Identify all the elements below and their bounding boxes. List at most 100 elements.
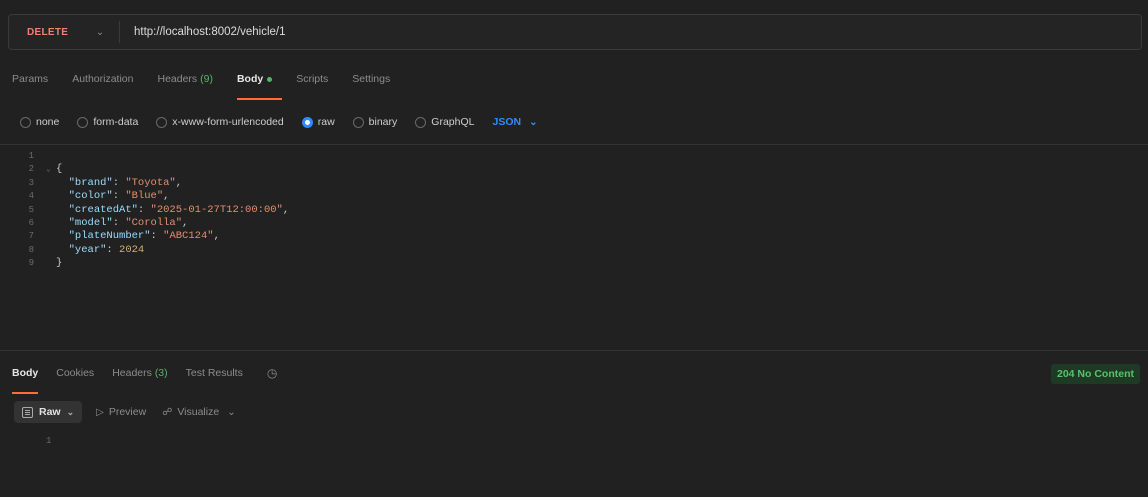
- play-icon: ▷: [96, 406, 104, 418]
- json-value: "Blue": [125, 190, 164, 203]
- tab-label: Settings: [352, 73, 391, 85]
- code-text: {: [56, 163, 63, 176]
- tab-authorization[interactable]: Authorization: [72, 72, 133, 100]
- tab-label: Headers: [157, 73, 198, 85]
- tab-label: Scripts: [296, 73, 329, 85]
- json-value: "ABC124": [163, 230, 214, 243]
- code-line: 3 "brand": "Toyota",: [0, 177, 1148, 190]
- tab-label: Headers: [112, 367, 152, 379]
- code-line: 5 "createdAt": "2025-01-27T12:00:00",: [0, 204, 1148, 217]
- json-key: "model": [68, 216, 113, 229]
- request-tabs: Params Authorization Headers (9) Body Sc…: [12, 72, 414, 100]
- chevron-down-icon: ⌄: [66, 406, 75, 417]
- radio-raw[interactable]: raw: [301, 116, 335, 128]
- radio-label: form-data: [93, 116, 139, 128]
- visualize-button[interactable]: ☍ Visualize ⌄: [162, 406, 240, 418]
- code-line: 7 "plateNumber": "ABC124",: [0, 230, 1148, 243]
- tab-label: Body: [236, 73, 264, 85]
- json-key: "createdAt": [68, 203, 138, 216]
- radio-icon[interactable]: [415, 116, 427, 128]
- json-key: "plateNumber": [68, 230, 151, 243]
- line-number: 8: [28, 244, 34, 255]
- raw-label: Raw: [39, 406, 61, 418]
- modified-dot-icon: [267, 76, 273, 82]
- tab-headers[interactable]: Headers (9): [157, 72, 212, 100]
- code-line: 2 ⌄{: [0, 163, 1148, 176]
- json-value: "2025-01-27T12:00:00": [150, 203, 283, 216]
- radio-x-www-form-urlencoded[interactable]: x-www-form-urlencoded: [156, 116, 284, 128]
- format-select[interactable]: JSON ⌄: [492, 116, 537, 128]
- raw-doc-icon: [22, 406, 33, 418]
- history-icon[interactable]: ◷: [267, 366, 277, 380]
- radio-form-data[interactable]: form-data: [77, 116, 138, 128]
- line-number: 3: [28, 177, 34, 188]
- radio-icon[interactable]: [20, 116, 31, 128]
- json-key: "brand": [68, 176, 113, 189]
- preview-label: Preview: [108, 406, 147, 418]
- tab-label: Test Results: [185, 367, 243, 379]
- tab-cookies[interactable]: Cookies: [56, 366, 94, 394]
- radio-icon[interactable]: [77, 116, 89, 128]
- json-value: 2024: [119, 243, 145, 256]
- divider: [0, 350, 1148, 351]
- code-line: 6 "model": "Corolla",: [0, 217, 1148, 230]
- body-type-options: none form-data x-www-form-urlencoded raw…: [20, 112, 537, 132]
- line-number: 9: [28, 258, 34, 269]
- radio-graphql[interactable]: GraphQL: [415, 116, 474, 128]
- radio-icon[interactable]: [352, 116, 364, 128]
- json-value: "Corolla": [125, 216, 183, 229]
- radio-checked-icon[interactable]: [301, 116, 313, 128]
- tab-label: Cookies: [56, 367, 95, 379]
- radio-label: none: [36, 116, 60, 128]
- divider: [119, 21, 120, 43]
- chevron-down-icon[interactable]: ⌄: [91, 27, 109, 38]
- json-key: "color": [68, 190, 113, 203]
- code-line: 9}: [0, 257, 1148, 270]
- json-value: "Toyota": [125, 176, 176, 189]
- status-badge: 204 No Content: [1050, 364, 1140, 384]
- tab-scripts[interactable]: Scripts: [296, 72, 328, 100]
- line-number: 5: [28, 204, 34, 215]
- line-number: 6: [28, 217, 34, 228]
- preview-button[interactable]: ▷ Preview: [96, 406, 146, 418]
- tab-settings[interactable]: Settings: [352, 72, 390, 100]
- tab-params[interactable]: Params: [12, 72, 48, 100]
- response-tabs: Body Cookies Headers (3) Test Results ◷: [12, 366, 277, 394]
- method-select[interactable]: DELETE: [9, 27, 91, 38]
- radio-none[interactable]: none: [20, 116, 59, 128]
- radio-label: x-www-form-urlencoded: [172, 116, 284, 128]
- tab-label: Authorization: [72, 73, 134, 85]
- tab-label: Body: [12, 367, 39, 379]
- code-line: 4 "color": "Blue",: [0, 190, 1148, 203]
- chevron-down-icon: ⌄: [529, 116, 538, 128]
- fold-chevron-icon[interactable]: ⌄: [46, 163, 56, 176]
- line-number: 1: [28, 151, 34, 161]
- line-number: 4: [28, 191, 34, 202]
- radio-label: binary: [368, 116, 398, 128]
- headers-count: (3): [154, 367, 168, 379]
- line-number: 2: [28, 164, 34, 175]
- json-key: "year": [68, 243, 107, 256]
- chevron-down-icon: ⌄: [227, 406, 236, 418]
- url-bar: DELETE ⌄ http://localhost:8002/vehicle/1: [8, 14, 1142, 50]
- code-text: }: [56, 257, 63, 270]
- format-label: JSON: [492, 116, 522, 128]
- radio-binary[interactable]: binary: [352, 116, 398, 128]
- radio-icon[interactable]: [156, 116, 168, 128]
- url-input[interactable]: http://localhost:8002/vehicle/1: [134, 26, 286, 38]
- tab-test-results[interactable]: Test Results: [186, 366, 243, 394]
- visualize-label: Visualize: [177, 406, 220, 418]
- tab-response-headers[interactable]: Headers (3): [112, 366, 167, 394]
- code-line: 1: [0, 150, 1148, 163]
- line-number: 7: [28, 231, 34, 242]
- body-editor[interactable]: 1 2 ⌄{ 3 "brand": "Toyota", 4 "color": "B…: [0, 150, 1148, 330]
- response-line-number: 1: [46, 436, 52, 446]
- divider: [0, 144, 1148, 145]
- headers-count: (9): [200, 73, 213, 85]
- radio-label: GraphQL: [431, 116, 475, 128]
- tab-body[interactable]: Body: [236, 72, 283, 100]
- tab-response-body[interactable]: Body: [12, 366, 39, 394]
- tab-label: Params: [12, 73, 49, 85]
- raw-view-button[interactable]: Raw ⌄: [14, 401, 83, 423]
- code-line: 8 "year": 2024: [0, 244, 1148, 257]
